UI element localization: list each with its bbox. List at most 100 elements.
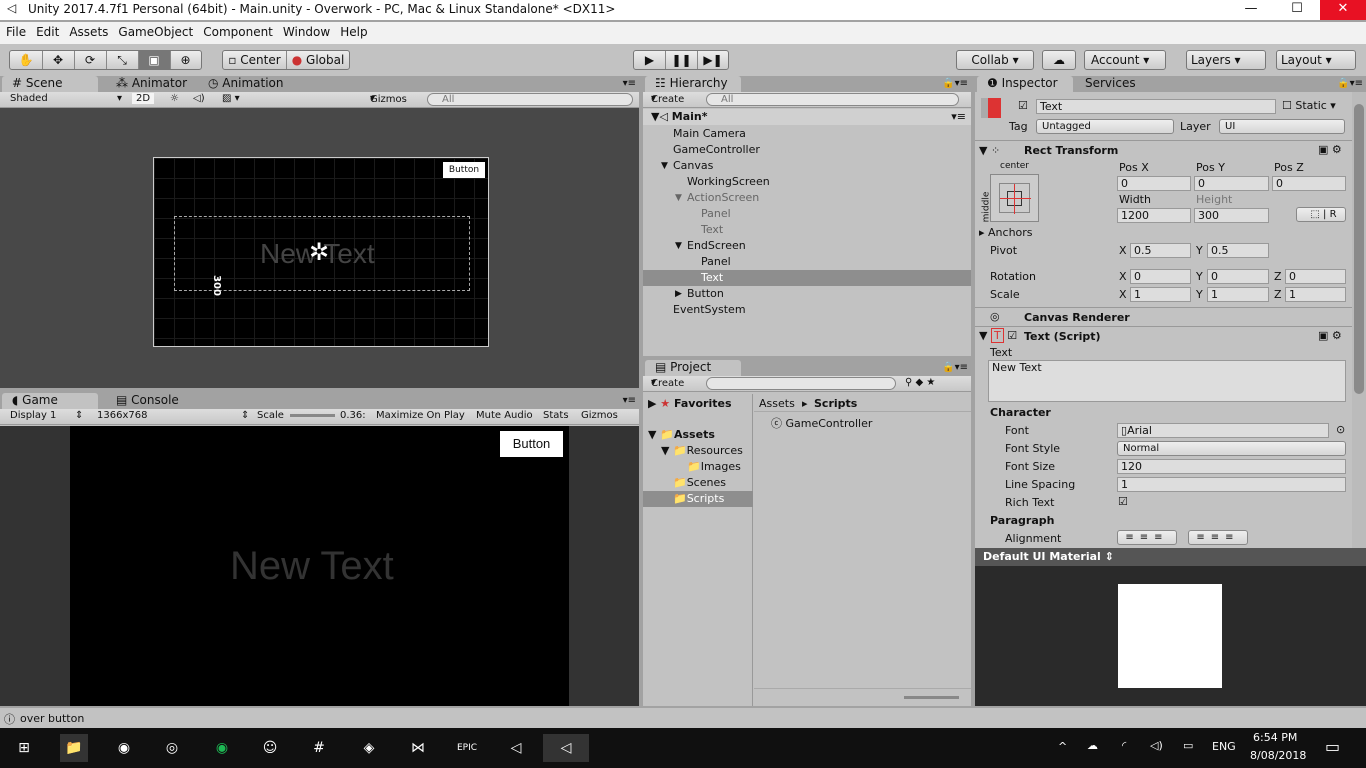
game-view[interactable]: Button New Text: [0, 426, 639, 706]
resources-folder[interactable]: ▼ 📁Resources: [661, 444, 743, 457]
posx-field[interactable]: 0: [1117, 176, 1191, 191]
minimize-button[interactable]: —: [1228, 0, 1274, 20]
scale-x-field[interactable]: 1: [1130, 287, 1191, 302]
hierarchy-item[interactable]: Panel: [643, 254, 971, 270]
menu-component[interactable]: Component: [198, 22, 278, 42]
onedrive-icon[interactable]: ☁: [1087, 739, 1098, 752]
rotation-z-field[interactable]: 0: [1285, 269, 1346, 284]
anchor-presets-button[interactable]: [990, 174, 1039, 222]
assets-folder[interactable]: ▼ 📁Assets: [648, 428, 715, 441]
menu-file[interactable]: File: [0, 22, 31, 42]
tab-scene[interactable]: # Scene: [2, 76, 98, 92]
anchors-foldout[interactable]: ▸ Anchors: [979, 226, 1033, 239]
layout-dropdown[interactable]: Layout ▾: [1276, 50, 1356, 70]
menu-window[interactable]: Window: [278, 22, 335, 42]
scene-header[interactable]: ▼◁ Main* ▾≡: [643, 109, 971, 125]
language-indicator[interactable]: ENG: [1212, 740, 1236, 753]
height-field[interactable]: 300: [1194, 208, 1269, 223]
foldout-arrow-icon[interactable]: ▼: [675, 190, 682, 206]
lock-icon[interactable]: 🔒▾≡: [1337, 78, 1363, 89]
scenes-folder[interactable]: 📁Scenes: [673, 476, 726, 489]
audio-icon[interactable]: ◁): [193, 93, 205, 104]
status-bar[interactable]: ⓘ over button: [0, 708, 1366, 728]
menu-help[interactable]: Help: [335, 22, 372, 42]
hierarchy-item[interactable]: ▼ ActionScreen: [643, 190, 971, 206]
breadcrumb-scripts[interactable]: Scripts: [814, 397, 857, 410]
images-folder[interactable]: 📁Images: [687, 460, 741, 473]
hierarchy-item[interactable]: WorkingScreen: [643, 174, 971, 190]
hierarchy-item[interactable]: ▶ Button: [643, 286, 971, 302]
text-script-header[interactable]: ▼ T ☑ Text (Script) ▣ ⚙: [975, 326, 1352, 344]
hierarchy-item[interactable]: ▼ Canvas: [643, 158, 971, 174]
foldout-arrow-icon[interactable]: ▼: [675, 238, 682, 254]
mute-audio-toggle[interactable]: Mute Audio: [476, 410, 533, 421]
transform-tool-icon[interactable]: ⊕: [171, 51, 201, 69]
posz-field[interactable]: 0: [1272, 176, 1346, 191]
move-tool-icon[interactable]: ✥: [43, 51, 75, 69]
start-icon[interactable]: ⊞: [10, 734, 38, 762]
line-spacing-field[interactable]: 1: [1117, 477, 1346, 492]
foldout-arrow-icon[interactable]: ▼: [661, 158, 668, 174]
gamecontroller-script[interactable]: ⓒ GameController: [771, 415, 872, 431]
foldout-arrow-icon[interactable]: ▶: [675, 286, 682, 302]
filter-icons[interactable]: ⚲ ◆ ★: [905, 377, 935, 388]
scale-z-field[interactable]: 1: [1285, 287, 1346, 302]
discord-icon[interactable]: ☺: [256, 734, 284, 762]
rotation-y-field[interactable]: 0: [1207, 269, 1269, 284]
icon-size-slider[interactable]: [904, 696, 959, 699]
pivot-x-field[interactable]: 0.5: [1130, 243, 1191, 258]
collab-button[interactable]: Collab ▾: [956, 50, 1034, 70]
play-button[interactable]: ▶: [634, 51, 666, 69]
gizmos-dropdown[interactable]: Gizmos ▾: [370, 93, 407, 105]
tab-animation[interactable]: ◷ Animation: [198, 76, 293, 92]
scale-y-field[interactable]: 1: [1207, 287, 1269, 302]
width-field[interactable]: 1200: [1117, 208, 1191, 223]
hierarchy-item[interactable]: Main Camera: [643, 126, 971, 142]
display-dropdown[interactable]: Display 1: [10, 410, 56, 421]
action-center-icon[interactable]: ▭: [1325, 737, 1340, 756]
panel-menu-icon[interactable]: 🔒▾≡: [942, 362, 968, 373]
font-field[interactable]: ▯Arial: [1117, 423, 1329, 438]
hierarchy-item[interactable]: Text: [643, 222, 971, 238]
hand-tool-icon[interactable]: ✋: [11, 51, 43, 69]
inspector-scrollbar[interactable]: [1352, 92, 1366, 562]
pause-button[interactable]: ❚❚: [666, 51, 698, 69]
hierarchy-item[interactable]: EventSystem: [643, 302, 971, 318]
effects-icon[interactable]: ▨ ▾: [222, 93, 240, 104]
lock-icon[interactable]: 🔒▾≡: [942, 78, 968, 89]
canvas-renderer-header[interactable]: ◎ Canvas Renderer: [975, 307, 1352, 325]
shading-dropdown[interactable]: Shaded: [10, 93, 48, 104]
scripts-folder[interactable]: 📁Scripts: [643, 491, 753, 507]
maps-icon[interactable]: ◈: [355, 734, 383, 762]
breadcrumb-assets[interactable]: Assets: [759, 397, 795, 410]
hierarchy-item[interactable]: GameController: [643, 142, 971, 158]
tab-game[interactable]: ◖ Game: [2, 393, 98, 409]
tab-animator[interactable]: ⁂ Animator: [106, 76, 197, 92]
rotation-x-field[interactable]: 0: [1130, 269, 1191, 284]
settings-gear-icon[interactable]: ▣ ⚙: [1318, 329, 1342, 342]
tray-overflow-icon[interactable]: ^: [1058, 740, 1067, 753]
file-explorer-icon[interactable]: 📁: [60, 734, 88, 762]
layer-dropdown[interactable]: UI: [1219, 119, 1345, 134]
menu-assets[interactable]: Assets: [64, 22, 113, 42]
tab-hierarchy[interactable]: ☷ Hierarchy: [645, 76, 741, 92]
chrome-icon[interactable]: ◉: [110, 734, 138, 762]
lighting-icon[interactable]: ☼: [170, 93, 179, 104]
hierarchy-search-input[interactable]: All: [706, 93, 959, 106]
scale-tool-icon[interactable]: ⤡: [107, 51, 139, 69]
menu-edit[interactable]: Edit: [31, 22, 64, 42]
origin-icon[interactable]: ◎: [158, 734, 186, 762]
settings-gear-icon[interactable]: ▣ ⚙: [1318, 143, 1342, 156]
cloud-button[interactable]: ☁: [1042, 50, 1076, 70]
maximize-button[interactable]: ☐: [1274, 0, 1320, 20]
clock-time[interactable]: 6:54 PM: [1253, 731, 1297, 744]
posy-field[interactable]: 0: [1194, 176, 1269, 191]
tab-services[interactable]: Services: [1075, 76, 1146, 92]
2d-toggle[interactable]: 2D: [132, 93, 155, 104]
game-gizmos-dropdown[interactable]: Gizmos: [581, 410, 618, 421]
game-button[interactable]: Button: [500, 431, 563, 457]
layers-dropdown[interactable]: Layers ▾: [1186, 50, 1266, 70]
center-button[interactable]: ▫ Center: [223, 51, 287, 69]
pivot-y-field[interactable]: 0.5: [1207, 243, 1269, 258]
hierarchy-item[interactable]: ▼ EndScreen: [643, 238, 971, 254]
